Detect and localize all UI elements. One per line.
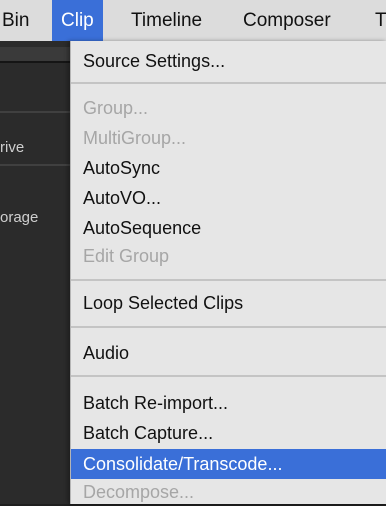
panel-strip — [0, 47, 70, 61]
menu-item-batch-reimport[interactable]: Batch Re-import... — [71, 389, 386, 417]
panel-divider — [0, 61, 70, 63]
menu-item-batch-capture[interactable]: Batch Capture... — [71, 419, 386, 447]
menu-item-source-settings[interactable]: Source Settings... — [71, 47, 386, 75]
menu-bin[interactable]: Bin — [2, 0, 29, 41]
menu-timeline[interactable]: Timeline — [131, 0, 202, 41]
menu-composer[interactable]: Composer — [243, 0, 331, 41]
background-panel: rive orage — [0, 41, 70, 504]
panel-divider — [0, 164, 70, 166]
menu-separator — [71, 279, 386, 281]
menu-item-loop-selected-clips[interactable]: Loop Selected Clips — [71, 289, 386, 317]
menu-item-autosequence[interactable]: AutoSequence — [71, 214, 386, 242]
menu-separator — [71, 375, 386, 377]
menu-separator — [71, 82, 386, 84]
menu-item-edit-group: Edit Group — [83, 246, 170, 266]
menu-item-autovo[interactable]: AutoVO... — [71, 184, 386, 212]
menu-item-decompose: Decompose... — [83, 482, 195, 502]
panel-divider — [0, 111, 70, 113]
menu-item-group: Group... — [83, 98, 149, 118]
menu-item-multigroup: MultiGroup... — [83, 128, 187, 148]
menu-bar: Bin Clip Timeline Composer T — [0, 0, 386, 42]
menu-clip[interactable]: Clip — [52, 0, 103, 41]
menu-item-audio[interactable]: Audio — [71, 339, 386, 367]
storage-label: orage — [0, 209, 39, 226]
menu-separator — [71, 326, 386, 328]
menu-item-consolidate-transcode[interactable]: Consolidate/Transcode... — [71, 449, 386, 479]
drive-label: rive — [0, 139, 25, 156]
menu-truncated[interactable]: T — [375, 0, 386, 41]
clip-menu-dropdown: Source Settings... Group... MultiGroup..… — [70, 41, 386, 504]
menu-item-autosync[interactable]: AutoSync — [71, 154, 386, 182]
